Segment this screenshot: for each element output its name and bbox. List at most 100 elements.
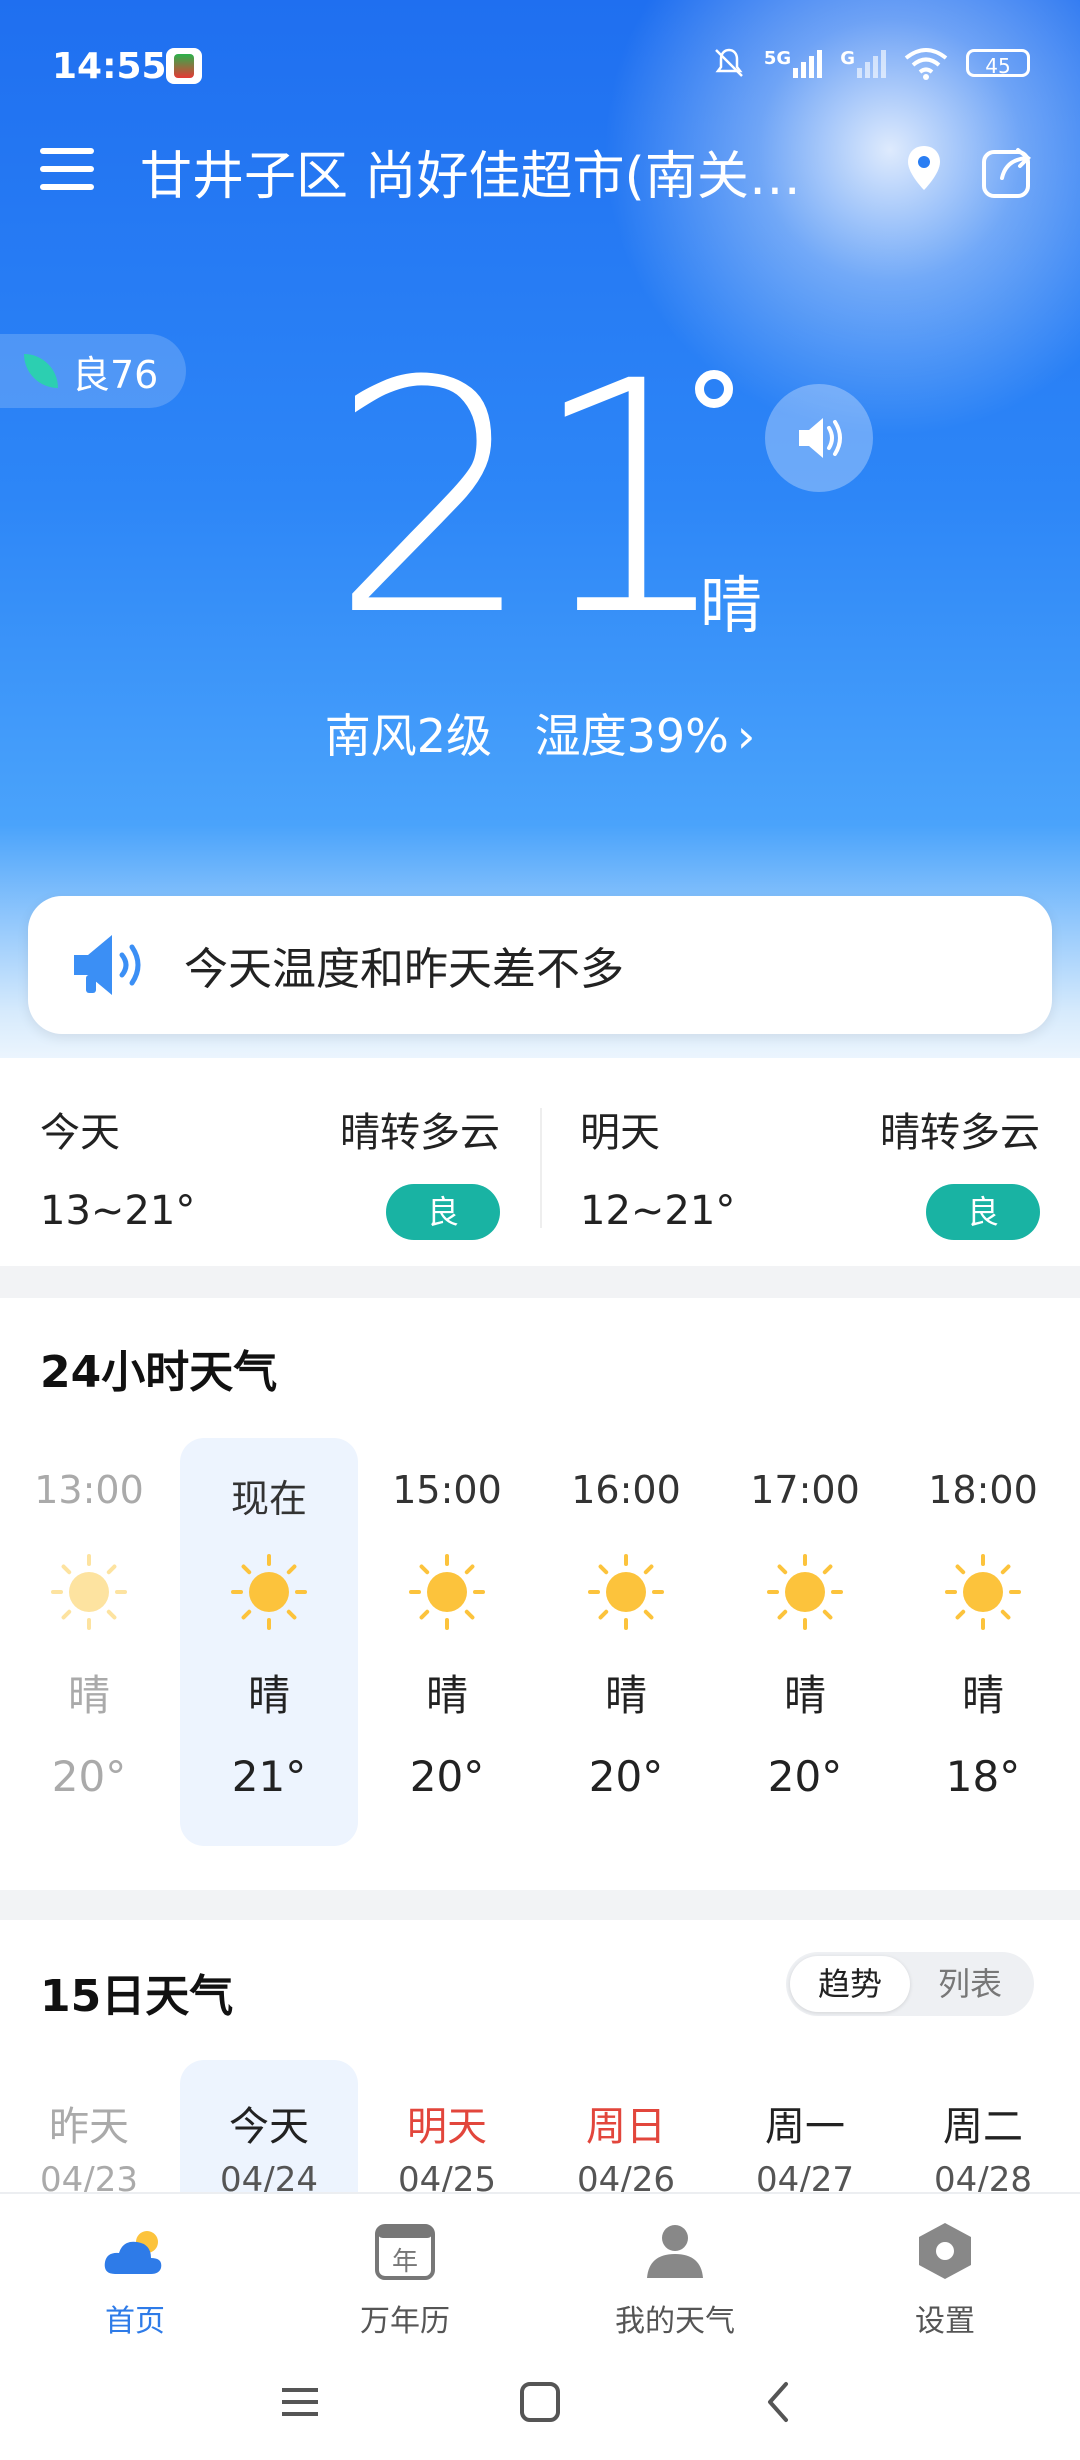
home-weather-icon (104, 2231, 162, 2274)
calendar-glyph: 年 (392, 2247, 418, 2277)
hourly-temp: 18° (945, 1752, 1021, 1801)
location-title[interactable]: 甘井子区 尚好佳超市(南关… (140, 134, 860, 209)
speaker-icon (799, 418, 842, 458)
today-aqi-badge: 良 (386, 1184, 500, 1240)
aqi-label: 良76 (72, 352, 159, 397)
signal-5g-icon: 5G (763, 48, 823, 78)
hourly-condition: 晴 (67, 1671, 110, 1720)
hourly-condition: 晴 (783, 1671, 826, 1720)
hourly-item[interactable]: 13:00 晴 20° (0, 1438, 178, 1846)
hourly-temp: 20° (767, 1752, 843, 1801)
daily-date: 04/24 (220, 2160, 318, 2192)
tomorrow-aqi-badge: 良 (926, 1184, 1040, 1240)
hourly-forecast-section: 24小时天气 13:00 晴 20° 现在晴 21° 15:00 晴 20° 16:00 晴 20°… (0, 1298, 1080, 1890)
daily-date: 04/25 (398, 2160, 496, 2192)
wind-humidity-row[interactable]: 南风2级 湿度39% › (0, 700, 1080, 766)
daily-item[interactable]: 周二 04/28 (894, 2060, 1072, 2192)
app-notification-icon (166, 48, 202, 84)
hourly-time: 16:00 (571, 1468, 681, 1512)
recents-menu-icon[interactable] (270, 2372, 330, 2432)
voice-broadcast-button[interactable] (765, 384, 873, 492)
sun-icon (767, 1554, 843, 1630)
share-icon[interactable] (980, 142, 1038, 200)
daily-item[interactable]: 周日 04/26 (537, 2060, 715, 2192)
today-temp-range: 13~21° (40, 1188, 196, 1234)
hourly-temp: 20° (588, 1752, 664, 1801)
network-5g-label: 5G (763, 48, 792, 69)
hourly-time: 17:00 (750, 1468, 860, 1512)
nav-my-weather[interactable]: 我的天气 (540, 2210, 810, 2340)
daily-item[interactable]: 周一 04/27 (716, 2060, 894, 2192)
hourly-temp: 21° (231, 1752, 307, 1801)
hourly-time: 现在 (230, 1477, 307, 1521)
daily-date: 04/28 (934, 2160, 1032, 2192)
daily-title: 15日天气 (40, 1971, 234, 2022)
aqi-pill[interactable]: 良76 (0, 334, 187, 408)
daily-day-name: 周二 (943, 2104, 1023, 2150)
hourly-condition: 晴 (604, 1671, 647, 1720)
daily-day-name: 周日 (586, 2104, 666, 2150)
settings-hexagon-icon (919, 2223, 971, 2279)
daily-item[interactable]: 明天 04/25 (358, 2060, 536, 2192)
signal-g-icon: G (840, 48, 886, 78)
tomorrow-temp-range: 12~21° (580, 1188, 736, 1234)
tomorrow-condition: 晴转多云 (880, 1110, 1040, 1156)
hourly-item[interactable]: 现在晴 21° (180, 1438, 358, 1846)
nav-home[interactable]: 首页 (0, 2210, 270, 2340)
hourly-item[interactable]: 18:00 晴 18° (894, 1438, 1072, 1846)
tip-text: 今天温度和昨天差不多 (184, 944, 624, 995)
battery-icon: 45 (966, 49, 1030, 78)
current-temperature: 21 (330, 314, 733, 686)
hourly-temp: 20° (409, 1752, 485, 1801)
back-icon[interactable] (750, 2372, 810, 2432)
hourly-temp: 20° (51, 1752, 127, 1801)
chevron-right-icon: › (736, 709, 756, 763)
today-label: 今天 (40, 1110, 120, 1156)
hourly-condition: 晴 (247, 1671, 290, 1720)
top-bar: 甘井子区 尚好佳超市(南关… (0, 130, 1080, 210)
mute-bell-icon (715, 48, 743, 77)
hourly-title: 24小时天气 (40, 1347, 278, 1398)
status-time: 14:55 (52, 46, 167, 87)
nav-my-weather-label: 我的天气 (615, 2304, 735, 2339)
nav-home-label: 首页 (105, 2304, 165, 2339)
view-toggle: 趋势 列表 (786, 1952, 1034, 2016)
daily-forecast-section: 15日天气 趋势 列表 昨天 04/23 今天 04/24 明天 04/25 周日 04/26… (0, 1920, 1080, 2192)
menu-icon[interactable] (40, 148, 94, 190)
hourly-item[interactable]: 15:00 晴 20° (358, 1438, 536, 1846)
humidity-text: 湿度39% (534, 709, 729, 763)
daily-day-name: 明天 (407, 2104, 487, 2150)
home-square-icon[interactable] (510, 2372, 570, 2432)
tomorrow-summary[interactable]: 明天 晴转多云 12~21° 良 (540, 1058, 1080, 1266)
today-condition: 晴转多云 (340, 1110, 500, 1156)
daily-day-name: 昨天 (49, 2104, 129, 2150)
status-bar: 14:55 5G G 45 (0, 0, 1080, 130)
hourly-item[interactable]: 17:00 晴 20° (716, 1438, 894, 1846)
today-tomorrow-summary: 今天 晴转多云 13~21° 良 明天 晴转多云 12~21° 良 (0, 1058, 1080, 1266)
megaphone-icon (74, 935, 141, 995)
network-g-label: G (840, 48, 855, 69)
person-icon (647, 2225, 703, 2278)
toggle-trend[interactable]: 趋势 (790, 1956, 910, 2012)
nav-calendar[interactable]: 年 万年历 (270, 2210, 540, 2340)
hourly-item[interactable]: 16:00 晴 20° (537, 1438, 715, 1846)
today-summary[interactable]: 今天 晴转多云 13~21° 良 (0, 1058, 540, 1266)
sun-icon (231, 1554, 307, 1630)
wifi-icon (904, 48, 948, 80)
daily-date: 04/27 (756, 2160, 854, 2192)
daily-date: 04/26 (577, 2160, 675, 2192)
nav-calendar-label: 万年历 (360, 2304, 450, 2339)
toggle-list[interactable]: 列表 (910, 1956, 1030, 2012)
bottom-nav: 首页 年 万年历 我的天气 设置 (0, 2192, 1080, 2344)
daily-item[interactable]: 今天 04/24 (180, 2060, 358, 2192)
daily-item[interactable]: 昨天 04/23 (0, 2060, 178, 2192)
sun-icon (409, 1554, 485, 1630)
system-navigation-bar (0, 2342, 1080, 2460)
nav-settings[interactable]: 设置 (810, 2210, 1080, 2340)
tomorrow-label: 明天 (580, 1110, 660, 1156)
location-pin-icon[interactable] (904, 144, 944, 194)
leaf-icon (24, 354, 58, 388)
hourly-time: 15:00 (392, 1468, 502, 1512)
sun-icon (588, 1554, 664, 1630)
tip-card[interactable]: 今天温度和昨天差不多 (28, 896, 1052, 1034)
